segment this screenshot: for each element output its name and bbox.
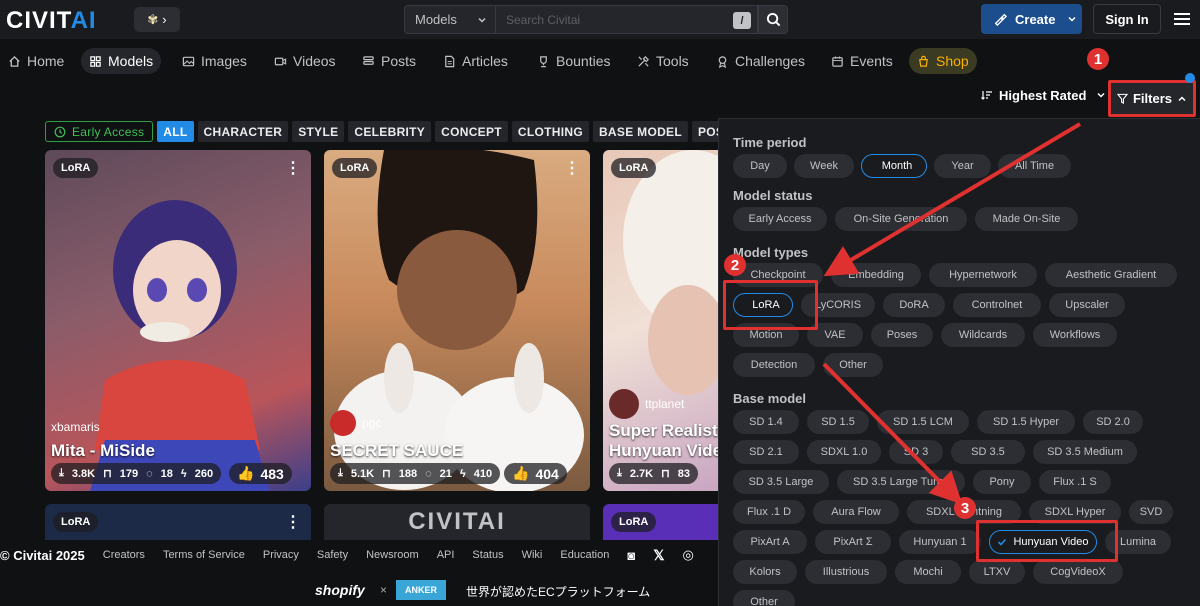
- annotation-marker: 2: [724, 254, 746, 276]
- annotation-box: [976, 520, 1118, 562]
- annotation-overlay: [822, 122, 1082, 505]
- annotation-arrow: [823, 122, 1082, 277]
- annotation-arrow: [822, 362, 963, 505]
- app-root: CIVITAI ✾ › Models Search Civitai / Crea…: [0, 0, 1200, 606]
- annotation-marker: 3: [954, 497, 976, 519]
- annotation-marker: 1: [1087, 48, 1109, 70]
- annotation-box: [723, 280, 818, 330]
